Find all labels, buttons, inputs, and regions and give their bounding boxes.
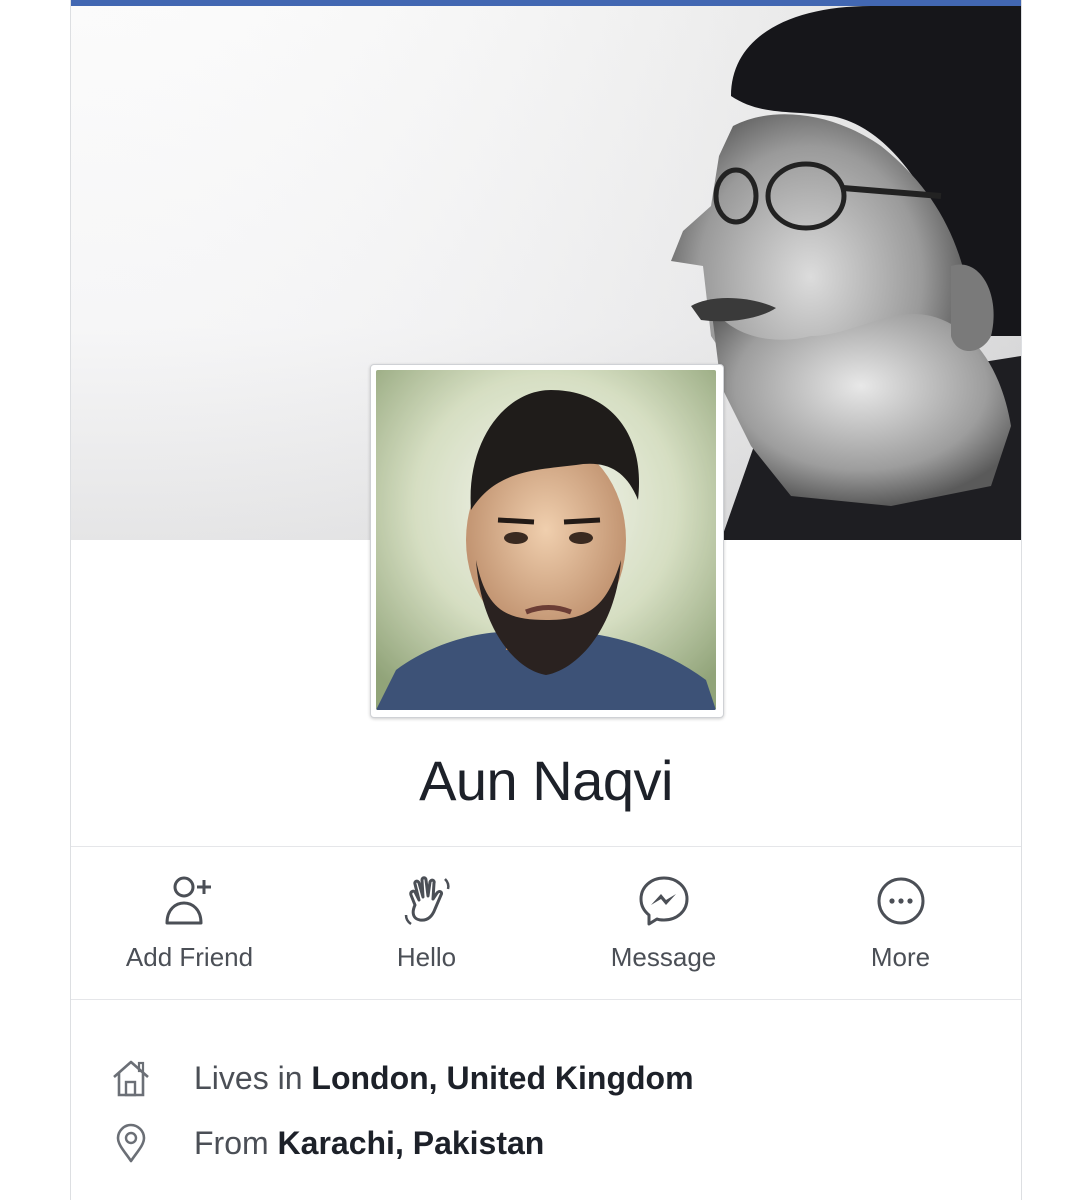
from-prefix: From	[194, 1125, 269, 1161]
lives-in-row[interactable]: Lives in London, United Kingdom	[71, 1052, 1021, 1102]
action-bar: Add Friend Hello Message More	[71, 847, 1021, 999]
lives-in-prefix: Lives in	[194, 1060, 303, 1096]
profile-card: Aun Naqvi Add Friend Hello Message More …	[70, 0, 1022, 1200]
from-row[interactable]: From Karachi, Pakistan	[71, 1117, 1021, 1167]
lives-in-text: Lives in London, United Kingdom	[194, 1060, 694, 1097]
intro-section: Lives in London, United Kingdom From Kar…	[71, 1000, 1021, 1200]
location-pin-icon	[116, 1123, 146, 1163]
hello-label: Hello	[396, 942, 457, 972]
wave-icon	[404, 876, 450, 926]
more-label: More	[870, 942, 931, 972]
more-icon	[877, 877, 925, 925]
message-label: Message	[610, 942, 717, 972]
add-friend-icon	[165, 876, 211, 925]
home-icon	[113, 1060, 149, 1097]
hello-button[interactable]: Hello	[308, 847, 545, 999]
profile-picture-image	[376, 370, 716, 710]
add-friend-label: Add Friend	[125, 942, 254, 972]
lives-in-place[interactable]: London, United Kingdom	[311, 1060, 693, 1096]
messenger-icon	[639, 876, 689, 926]
profile-picture[interactable]	[370, 364, 724, 718]
from-text: From Karachi, Pakistan	[194, 1125, 544, 1162]
profile-name: Aun Naqvi	[419, 749, 673, 812]
message-button[interactable]: Message	[545, 847, 782, 999]
from-place[interactable]: Karachi, Pakistan	[278, 1125, 545, 1161]
more-button[interactable]: More	[782, 847, 1019, 999]
add-friend-button[interactable]: Add Friend	[71, 847, 308, 999]
